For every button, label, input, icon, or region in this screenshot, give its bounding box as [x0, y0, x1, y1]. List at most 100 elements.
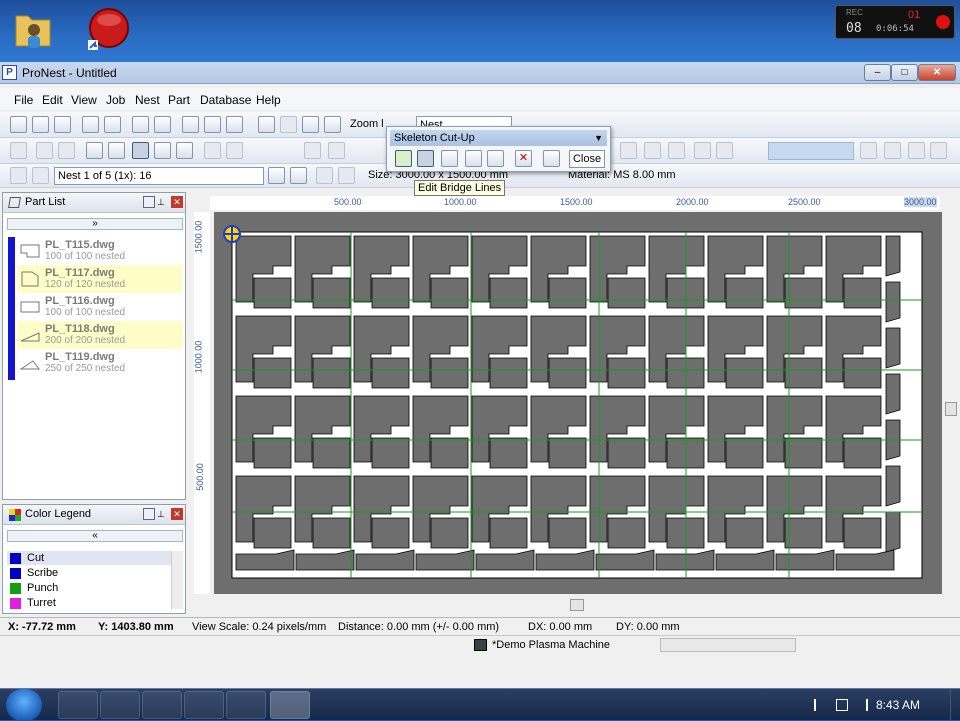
list-item[interactable]: PL_T116.dwg 100 of 100 nested: [17, 293, 183, 321]
panel-float-icon[interactable]: ⊥: [157, 196, 169, 208]
grid-cutup-icon[interactable]: [395, 150, 412, 167]
minimize-button[interactable]: –: [864, 64, 891, 81]
delete-line-icon[interactable]: ✕: [515, 150, 532, 167]
panel-close-icon[interactable]: ✕: [171, 196, 183, 208]
show-desktop-button[interactable]: [950, 689, 960, 721]
nest-tool-4-icon[interactable]: [86, 142, 103, 159]
nested-edge-part[interactable]: [885, 465, 901, 507]
horizontal-scrollbar[interactable]: [210, 598, 940, 612]
scroll-thumb[interactable]: [945, 402, 957, 416]
nest-drawing[interactable]: [214, 212, 942, 594]
nest-tool-3-icon[interactable]: [58, 142, 75, 159]
mirror-icon[interactable]: [860, 142, 877, 159]
menu-part[interactable]: Part: [168, 93, 190, 107]
nest-tool-5-icon[interactable]: [108, 142, 125, 159]
nested-edge-part[interactable]: [885, 327, 901, 369]
nav-forward-icon[interactable]: [338, 167, 355, 184]
nest-tool-7-icon[interactable]: [154, 142, 171, 159]
tray-flag-icon[interactable]: [814, 699, 824, 711]
magnifier-icon[interactable]: [441, 150, 458, 167]
nest-canvas[interactable]: [214, 212, 942, 594]
menu-database[interactable]: Database: [200, 93, 251, 107]
add-horizontal-line-icon[interactable]: [465, 150, 482, 167]
list-item[interactable]: PL_T118.dwg 200 of 200 nested: [17, 321, 183, 349]
zoom-window-icon[interactable]: [258, 116, 275, 133]
title-bar[interactable]: P ProNest - Untitled – □ ✕: [0, 62, 960, 84]
color-legend-collapse-bar[interactable]: «: [7, 530, 183, 542]
panel-float-icon[interactable]: ⊥: [157, 508, 169, 520]
nested-edge-part[interactable]: [885, 235, 901, 277]
edit-part-icon[interactable]: [132, 116, 149, 133]
save-icon[interactable]: [54, 116, 71, 133]
taskbar-explorer-icon[interactable]: [100, 691, 140, 719]
nested-edge-part[interactable]: [885, 281, 901, 323]
play-icon[interactable]: [204, 142, 221, 159]
zoom-out-icon[interactable]: [302, 116, 319, 133]
tray-volume-icon[interactable]: [858, 699, 868, 711]
menu-help[interactable]: Help: [256, 93, 281, 107]
skeleton-close-button[interactable]: Close: [569, 150, 605, 168]
flip-icon[interactable]: [908, 142, 925, 159]
taskbar-recorder-icon[interactable]: [226, 691, 266, 719]
pronest-app-icon[interactable]: P: [2, 65, 17, 80]
legend-scrollbar[interactable]: [171, 551, 183, 609]
print-icon[interactable]: [82, 116, 99, 133]
align-left-icon[interactable]: [620, 142, 637, 159]
skeleton-cutup-toggle-icon[interactable]: [132, 142, 149, 159]
taskbar-pronest-icon[interactable]: [270, 691, 310, 719]
taskbar-clock[interactable]: 8:43 AM: [876, 698, 920, 712]
list-item[interactable]: PL_T117.dwg 120 of 120 nested: [17, 265, 183, 293]
tray-network-icon[interactable]: [836, 699, 848, 711]
desktop-user-folder-icon[interactable]: [10, 6, 56, 52]
nest-select[interactable]: Nest 1 of 5 (1x): 16: [54, 167, 264, 185]
first-nest-icon[interactable]: [10, 167, 27, 184]
menu-file[interactable]: File: [14, 93, 33, 107]
menu-edit[interactable]: Edit: [42, 93, 63, 107]
next-nest-icon[interactable]: [268, 167, 285, 184]
list-item[interactable]: PL_T115.dwg 100 of 100 nested: [17, 237, 183, 265]
job-icon[interactable]: [182, 116, 199, 133]
taskbar-media-icon[interactable]: [142, 691, 182, 719]
check-icon[interactable]: [154, 116, 171, 133]
nested-edge-part[interactable]: [885, 373, 901, 415]
new-icon[interactable]: [10, 116, 27, 133]
step-icon[interactable]: [226, 142, 243, 159]
scroll-thumb[interactable]: [570, 599, 584, 611]
vertical-scrollbar[interactable]: [944, 212, 958, 594]
machine-name[interactable]: *Demo Plasma Machine: [492, 639, 610, 651]
skeleton-cutup-title-bar[interactable]: Skeleton Cut-Up ▼: [390, 130, 607, 146]
align-top-icon[interactable]: [668, 142, 685, 159]
edit-bridge-lines-icon[interactable]: [417, 150, 434, 167]
nest-tool-1-icon[interactable]: [10, 142, 27, 159]
add-vertical-line-icon[interactable]: [487, 150, 504, 167]
taskbar-ie-icon[interactable]: [58, 691, 98, 719]
panel-pin-icon[interactable]: [143, 508, 155, 520]
delete-icon[interactable]: [716, 142, 733, 159]
print-preview-icon[interactable]: [104, 116, 121, 133]
start-button[interactable]: [6, 689, 42, 721]
nav-back-icon[interactable]: [316, 167, 333, 184]
menu-nest[interactable]: Nest: [135, 93, 160, 107]
last-nest-icon[interactable]: [290, 167, 307, 184]
export-icon[interactable]: [226, 116, 243, 133]
undo-icon[interactable]: [304, 142, 321, 159]
desktop-record-app-icon[interactable]: [86, 6, 132, 52]
open-icon[interactable]: [32, 116, 49, 133]
rotate-icon[interactable]: [884, 142, 901, 159]
move-icon[interactable]: [694, 142, 711, 159]
menu-view[interactable]: View: [71, 93, 97, 107]
list-item[interactable]: PL_T119.dwg 250 of 250 nested: [17, 349, 183, 377]
zoom-in-icon[interactable]: [280, 116, 297, 133]
redo-icon[interactable]: [328, 142, 345, 159]
sheet-origin-icon[interactable]: [223, 225, 241, 243]
prev-nest-icon[interactable]: [32, 167, 49, 184]
dropdown-arrow-icon[interactable]: ▼: [594, 130, 603, 146]
panel-pin-icon[interactable]: [143, 196, 155, 208]
align-right-icon[interactable]: [644, 142, 661, 159]
nest-tool-2-icon[interactable]: [36, 142, 53, 159]
zoom-extents-icon[interactable]: [324, 116, 341, 133]
close-button[interactable]: ✕: [918, 64, 956, 81]
panel-close-icon[interactable]: ✕: [171, 508, 183, 520]
nest-tool-8-icon[interactable]: [176, 142, 193, 159]
import-icon[interactable]: [204, 116, 221, 133]
